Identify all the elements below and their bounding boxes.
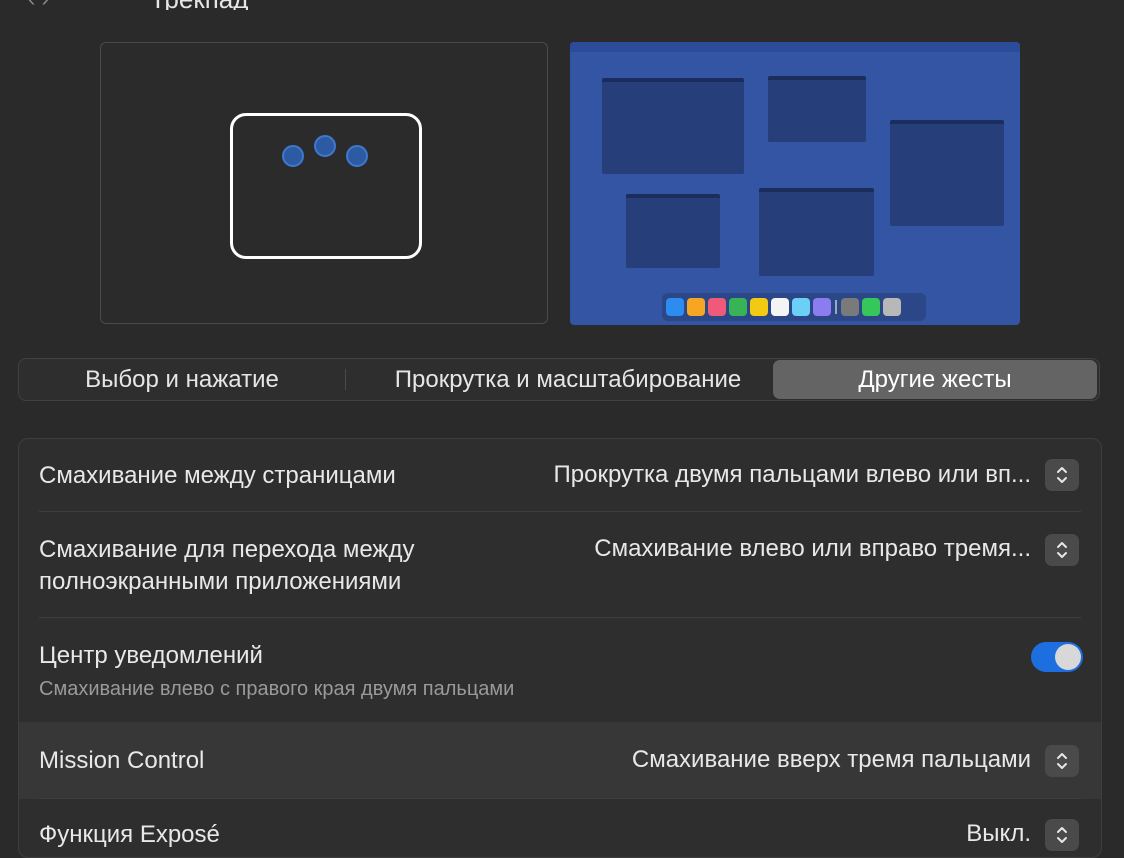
popup-stepper[interactable] (1045, 819, 1079, 851)
setting-row-mission-control[interactable]: Mission Control Смахивание вверх тремя п… (19, 722, 1101, 799)
preview-window (759, 188, 874, 276)
preview-window (626, 194, 720, 268)
setting-label-line1: Смахивание для перехода между (39, 536, 415, 563)
setting-row-expose[interactable]: Функция Exposé Выкл. (19, 799, 1101, 857)
page-title: Трекпад (150, 0, 248, 10)
popup-stepper[interactable] (1045, 745, 1079, 777)
dock-app-icon (687, 298, 705, 316)
popup-stepper[interactable] (1045, 459, 1079, 491)
toggle-knob (1055, 644, 1081, 670)
setting-label: Центр уведомлений (39, 642, 263, 669)
setting-label: Функция Exposé (39, 821, 220, 848)
tab-scroll-and-zoom[interactable]: Прокрутка и масштабирование (347, 360, 789, 399)
dock-app-icon (792, 298, 810, 316)
tab-more-gestures[interactable]: Другие жесты (773, 360, 1097, 399)
finger-dot-icon (314, 135, 336, 157)
setting-sublabel: Смахивание влево с правого края двумя па… (39, 678, 515, 700)
dock-app-icon (666, 298, 684, 316)
finger-dot-icon (346, 145, 368, 167)
preview-dock (662, 293, 926, 321)
setting-value[interactable]: Смахивание влево или вправо тремя... (594, 535, 1031, 563)
dock-app-icon (862, 298, 880, 316)
preview-window (890, 120, 1004, 226)
setting-value[interactable]: Смахивание вверх тремя пальцами (632, 746, 1031, 774)
dock-app-icon (771, 298, 789, 316)
setting-label-line2: полноэкранными приложениями (39, 568, 402, 595)
trackpad-illustration (230, 113, 422, 259)
settings-list: Смахивание между страницами Прокрутка дв… (18, 438, 1102, 858)
setting-value[interactable]: Прокрутка двумя пальцами влево или вп... (554, 461, 1031, 489)
dock-app-icon (750, 298, 768, 316)
up-down-chevron-icon (1057, 467, 1067, 483)
dock-app-icon (813, 298, 831, 316)
setting-row-notification-center[interactable]: Центр уведомлений Смахивание влево с пра… (19, 618, 1101, 722)
setting-row-swipe-between-pages[interactable]: Смахивание между страницами Прокрутка дв… (19, 439, 1101, 512)
mission-control-preview (570, 42, 1020, 325)
dock-app-icon (708, 298, 726, 316)
popup-stepper[interactable] (1045, 534, 1079, 566)
up-down-chevron-icon (1057, 542, 1067, 558)
back-forward-nav[interactable]: ‹ › (28, 0, 49, 10)
up-down-chevron-icon (1057, 827, 1067, 843)
setting-label: Mission Control (39, 747, 205, 774)
dock-app-icon (729, 298, 747, 316)
dock-app-icon (841, 298, 859, 316)
setting-value[interactable]: Выкл. (966, 820, 1031, 848)
gesture-trackpad-preview (100, 42, 548, 324)
dock-app-icon (883, 298, 901, 316)
setting-label: Смахивание между страницами (39, 462, 396, 489)
gesture-tabs: Выбор и нажатие Прокрутка и масштабирова… (18, 358, 1100, 401)
preview-window (768, 76, 866, 142)
tab-point-and-click[interactable]: Выбор и нажатие (21, 360, 343, 399)
setting-row-swipe-fullscreen-apps[interactable]: Смахивание для перехода между полноэкран… (19, 512, 1101, 618)
notification-center-toggle[interactable] (1031, 642, 1083, 672)
up-down-chevron-icon (1057, 753, 1067, 769)
finger-dot-icon (282, 145, 304, 167)
tab-divider (345, 369, 346, 390)
preview-menubar (570, 42, 1020, 52)
window-header: ‹ › Трекпад (0, 0, 1124, 10)
preview-window (602, 78, 744, 174)
dock-separator (835, 300, 837, 314)
